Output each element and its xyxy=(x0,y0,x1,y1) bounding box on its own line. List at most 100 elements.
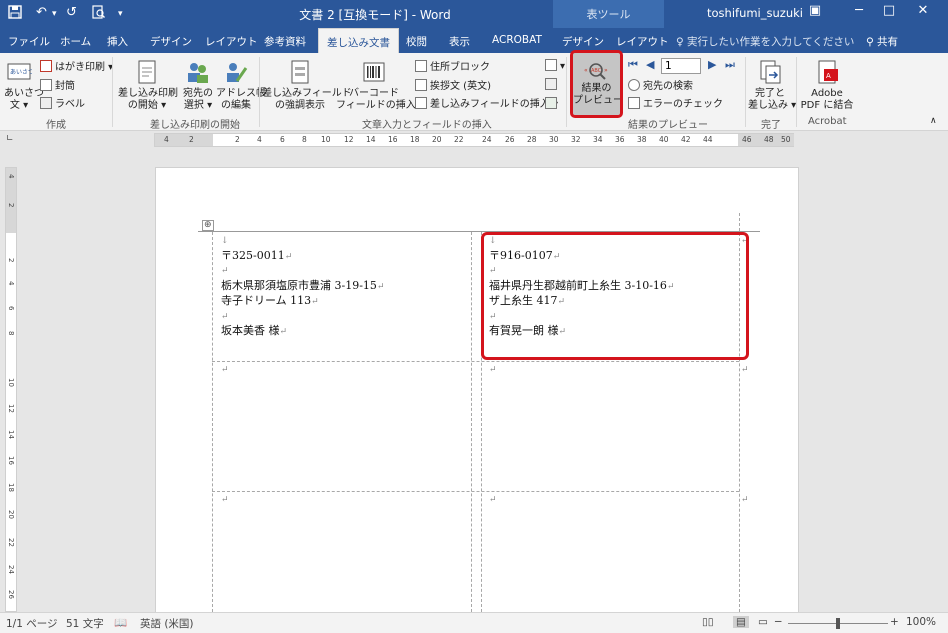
ruler-h-tick: 24 xyxy=(482,135,492,144)
ruler-h-tick: 4 xyxy=(257,135,262,144)
close-button[interactable]: ✕ xyxy=(908,3,938,18)
ruler-h-tick: 10 xyxy=(321,135,331,144)
record-number-input[interactable]: 1 xyxy=(661,58,701,74)
tab-home[interactable]: ホーム xyxy=(60,34,91,49)
ruler-h-tick: 16 xyxy=(388,135,398,144)
previous-record-icon[interactable]: ◀ xyxy=(646,59,654,71)
update-labels-icon xyxy=(545,97,557,109)
ruler-h-tick: 44 xyxy=(703,135,713,144)
ruler-h-tick: 50 xyxy=(781,135,791,144)
find-recipient-icon xyxy=(628,79,640,91)
finish-merge-icon xyxy=(760,60,781,84)
word-count[interactable]: 51 文字 xyxy=(66,616,104,631)
rules-button[interactable]: ▾ xyxy=(545,59,565,73)
tab-references[interactable]: 参考資料 xyxy=(264,34,306,49)
highlight-label-2 xyxy=(481,232,749,360)
greeting-line-icon xyxy=(415,79,427,91)
find-recipient-button[interactable]: 宛先の検索 xyxy=(628,79,693,93)
insert-merge-field-button[interactable]: 差し込みフィールドの挿入 ▾ xyxy=(415,97,558,111)
label-cell-6[interactable]: ↵ xyxy=(489,493,497,508)
ruler-v-tick: 18 xyxy=(7,483,15,492)
tab-design[interactable]: デザイン xyxy=(150,34,192,49)
tell-me-text: 実行したい作業を入力してください xyxy=(687,36,855,48)
language[interactable]: 英語 (米国) xyxy=(140,616,194,631)
zoom-level[interactable]: 100% xyxy=(906,616,936,628)
svg-text:A: A xyxy=(826,72,831,80)
finish-merge-button[interactable]: 完了と 差し込み ▾ xyxy=(748,59,796,112)
first-record-icon[interactable]: ⏮ xyxy=(628,59,638,71)
envelope-button[interactable]: 封筒 xyxy=(40,79,75,93)
tab-mailings[interactable]: 差し込み文書 xyxy=(318,28,399,54)
label-cell-3[interactable]: ↵ xyxy=(221,363,229,378)
ribbon: あいさつ あいさつ 文 ▾ はがき印刷 ▾ 封筒 ラベル 作成 差し込み印刷 の… xyxy=(0,52,948,131)
save-icon[interactable] xyxy=(8,5,22,23)
tab-view[interactable]: 表示 xyxy=(449,34,470,49)
ribbon-display-options-icon[interactable]: ▣ xyxy=(800,3,830,18)
label-cell-4[interactable]: ↵ xyxy=(489,363,497,378)
ruler-h-tick: 30 xyxy=(549,135,559,144)
page-count[interactable]: 1/1 ページ xyxy=(6,616,58,631)
select-recipients-label-1: 宛先の xyxy=(183,88,213,99)
tab-acrobat[interactable]: ACROBAT xyxy=(492,34,542,46)
tell-me-box[interactable]: ♀ 実行したい作業を入力してください xyxy=(676,34,854,49)
collapse-ribbon-icon[interactable]: ∧ xyxy=(930,115,937,127)
label-cell-1[interactable]: ↓ 〒325-0011↵ ↵ 栃木県那須塩原市豊浦 3-19-15↵ 寺子ドリー… xyxy=(221,234,384,340)
row-end-mark: ↵ xyxy=(741,495,749,505)
merge-to-pdf-button[interactable]: A Adobe PDF に結合 xyxy=(800,59,854,112)
edit-recipient-list-button[interactable]: アドレス帳 の編集 xyxy=(216,59,266,112)
next-record-icon[interactable]: ▶ xyxy=(708,59,716,71)
tab-table-design[interactable]: デザイン xyxy=(562,34,604,49)
table-move-handle-icon[interactable]: ⊕ xyxy=(202,220,214,231)
tab-insert[interactable]: 挿入 xyxy=(107,34,128,49)
tab-layout[interactable]: レイアウト xyxy=(205,34,258,49)
context-tab-group-label: 表ツール xyxy=(586,8,631,21)
ruler-v-tick: 16 xyxy=(7,456,15,465)
print-preview-icon[interactable] xyxy=(92,5,105,23)
tab-table-layout[interactable]: レイアウト xyxy=(616,34,669,49)
proofing-icon[interactable]: 📖 xyxy=(114,616,127,629)
label-cell-5[interactable]: ↵ xyxy=(221,493,229,508)
check-errors-icon xyxy=(628,97,640,109)
select-recipients-button[interactable]: 宛先の 選択 ▾ xyxy=(179,59,217,112)
customize-qat-icon[interactable]: ▾ xyxy=(118,9,123,19)
insert-barcode-field-button[interactable]: バーコード フィールドの挿入 ▾ xyxy=(336,59,424,112)
undo-icon[interactable]: ↶ xyxy=(36,5,47,20)
tab-file[interactable]: ファイル xyxy=(8,34,50,49)
undo-dropdown-icon[interactable]: ▾ xyxy=(52,9,57,19)
greeting-card-label-1: あいさつ xyxy=(4,88,44,99)
update-labels-button[interactable] xyxy=(545,97,560,111)
tab-review[interactable]: 校閲 xyxy=(406,34,427,49)
start-mail-merge-button[interactable]: 差し込み印刷 の開始 ▾ xyxy=(118,59,178,112)
label1-name: 坂本美香 様↵ xyxy=(221,324,288,337)
postcard-print-button[interactable]: はがき印刷 ▾ xyxy=(40,60,113,74)
table-row-line xyxy=(212,491,739,492)
share-button[interactable]: ⚲ 共有 xyxy=(866,34,898,49)
window-title: 文書 2 [互換モード] - Word xyxy=(299,8,451,22)
zoom-out-button[interactable]: ─ xyxy=(775,616,781,628)
check-errors-button[interactable]: エラーのチェック xyxy=(628,97,723,111)
barcode-label-2: フィールドの挿入 ▾ xyxy=(336,100,424,111)
minimize-button[interactable]: ─ xyxy=(844,3,874,18)
vertical-ruler[interactable]: 4 2 2 4 6 8 10 12 14 16 18 20 22 24 26 xyxy=(5,167,17,612)
restore-button[interactable]: □ xyxy=(874,3,904,18)
address-block-button[interactable]: 住所ブロック xyxy=(415,60,490,74)
zoom-slider-thumb[interactable] xyxy=(836,618,840,629)
web-layout-icon[interactable]: ▭ xyxy=(758,616,768,628)
highlight-merge-fields-button[interactable]: 差し込みフィールド の強調表示 xyxy=(262,59,352,112)
horizontal-ruler[interactable]: 4 2 2 4 6 8 10 12 14 16 18 20 22 24 26 2… xyxy=(154,133,794,147)
zoom-in-button[interactable]: + xyxy=(890,616,899,628)
match-fields-button[interactable] xyxy=(545,78,560,92)
user-name[interactable]: toshifumi_suzuki xyxy=(707,6,803,20)
ruler-h-tick: 34 xyxy=(593,135,603,144)
greeting-card-button[interactable]: あいさつ あいさつ 文 ▾ xyxy=(4,59,44,112)
label-button[interactable]: ラベル xyxy=(40,97,85,111)
edit-list-icon xyxy=(227,63,248,82)
tab-selector-icon[interactable]: ∟ xyxy=(6,134,14,144)
redo-icon[interactable]: ↺ xyxy=(66,5,77,20)
read-mode-icon[interactable]: ▯▯ xyxy=(702,616,714,628)
ruler-h-tick: 48 xyxy=(764,135,774,144)
greeting-line-button[interactable]: 挨拶文 (英文) xyxy=(415,79,491,93)
table-col-line xyxy=(212,232,213,612)
last-record-icon[interactable]: ⏭ xyxy=(725,59,735,71)
print-layout-icon[interactable]: ▤ xyxy=(733,616,749,628)
